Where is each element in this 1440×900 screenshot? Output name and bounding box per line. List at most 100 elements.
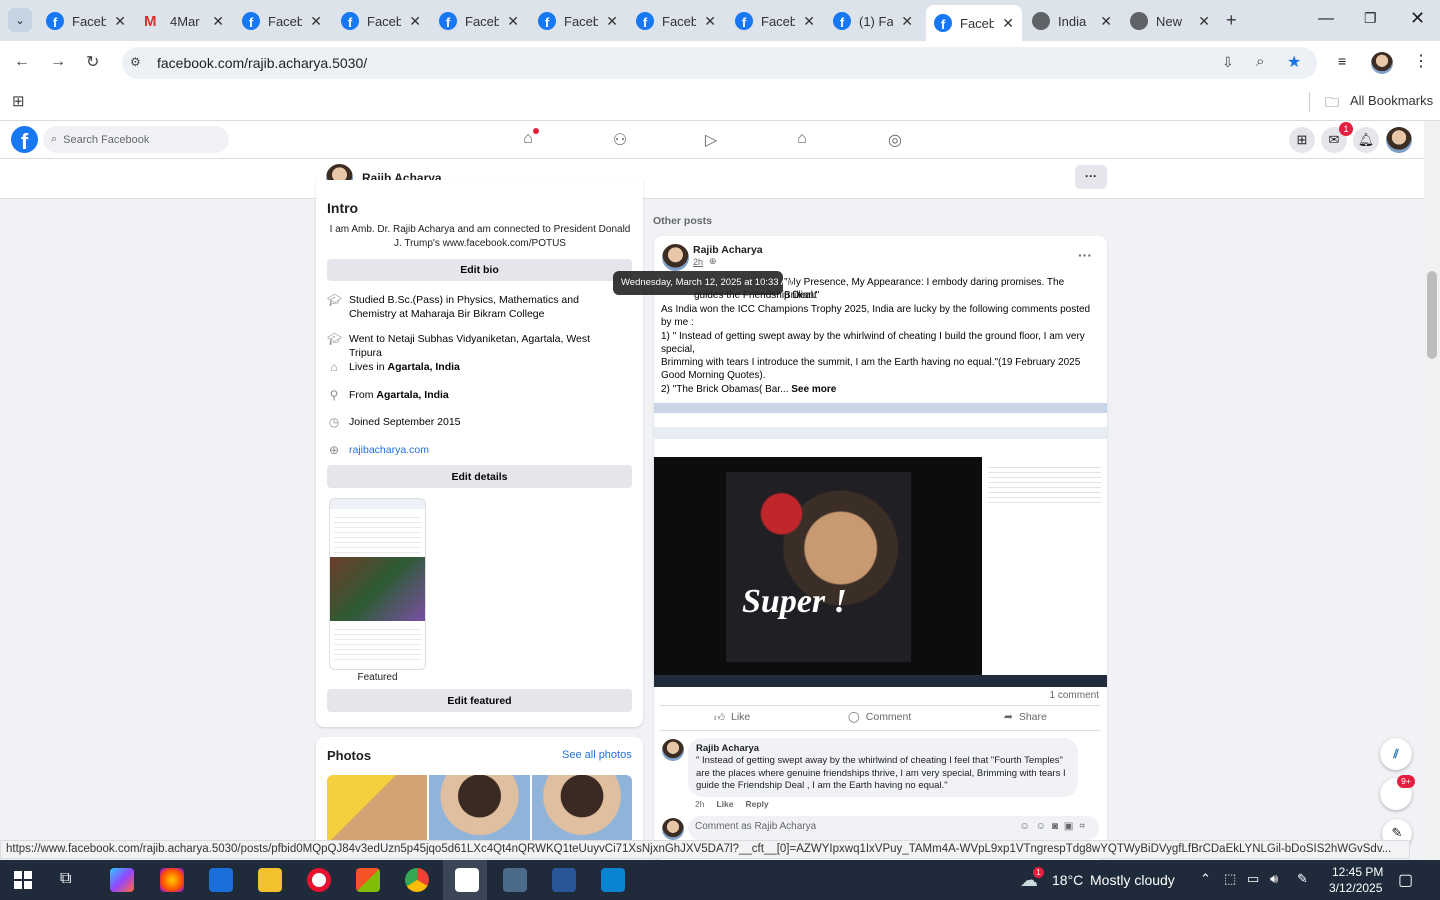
- tab-close-icon[interactable]: ✕: [606, 13, 618, 30]
- weather-temp[interactable]: 18°C: [1052, 872, 1083, 888]
- store-icon[interactable]: [356, 868, 380, 892]
- weather-text[interactable]: Mostly cloudy: [1090, 872, 1175, 888]
- task-view-icon[interactable]: ⧉: [60, 870, 71, 888]
- network-icon[interactable]: ▭: [1247, 871, 1259, 887]
- menu-grid-button[interactable]: ⊞: [1289, 127, 1315, 153]
- video-icon[interactable]: ▷: [700, 130, 722, 150]
- edit-featured-button[interactable]: Edit featured: [327, 689, 632, 712]
- tab-close-icon[interactable]: ✕: [1100, 13, 1112, 30]
- post-author-name[interactable]: Rajib Acharya: [693, 244, 763, 256]
- see-all-photos-link[interactable]: See all photos: [562, 749, 632, 761]
- friends-icon[interactable]: ⚇: [609, 130, 631, 150]
- browser-tab[interactable]: f Faceb ✕: [333, 6, 429, 36]
- page-scrollbar[interactable]: [1424, 121, 1440, 859]
- menu-icon[interactable]: ⋮: [1413, 51, 1429, 71]
- post-timestamp[interactable]: 2h: [693, 257, 703, 267]
- tab-search-button[interactable]: ⌄: [8, 8, 32, 32]
- omnibox[interactable]: ⚙ facebook.com/rajib.acharya.5030/ ⇩ ⌕ ★: [122, 47, 1317, 79]
- media-icon[interactable]: ≡: [1338, 53, 1346, 69]
- comment-reply-button[interactable]: Reply: [745, 799, 768, 809]
- edit-bio-button[interactable]: Edit bio: [327, 259, 632, 281]
- bookmark-star-icon[interactable]: ★: [1287, 52, 1301, 72]
- app-icon[interactable]: [209, 868, 233, 892]
- clock-date[interactable]: 3/12/2025: [1329, 881, 1382, 895]
- tab-close-icon[interactable]: ✕: [114, 13, 126, 30]
- photo-thumbnail[interactable]: [429, 775, 530, 845]
- volume-icon[interactable]: 🔊︎: [1270, 871, 1278, 887]
- account-avatar[interactable]: [1386, 127, 1412, 153]
- start-button[interactable]: [14, 871, 32, 889]
- url-text[interactable]: facebook.com/rajib.acharya.5030/: [157, 55, 367, 71]
- comment-button[interactable]: ◯ Comment: [848, 711, 911, 723]
- search-facebook-input[interactable]: ⌕ Search Facebook: [43, 126, 229, 153]
- pen-icon[interactable]: ✎: [1297, 871, 1308, 887]
- comment-time[interactable]: 2h: [695, 799, 704, 809]
- reload-icon[interactable]: ↻: [86, 52, 99, 72]
- chat-head-cricket[interactable]: ⫽: [1380, 738, 1412, 770]
- forward-icon[interactable]: →: [50, 53, 66, 71]
- close-window-button[interactable]: ✕: [1410, 8, 1425, 29]
- browser-profile-avatar[interactable]: [1371, 52, 1393, 74]
- post-author-avatar[interactable]: [662, 244, 689, 271]
- word-icon[interactable]: [552, 868, 576, 892]
- opera-icon[interactable]: [307, 868, 331, 892]
- tab-close-icon[interactable]: ✕: [310, 13, 322, 30]
- comment-author[interactable]: Rajib Acharya: [696, 743, 1070, 754]
- post-options-button[interactable]: ···: [1078, 247, 1092, 263]
- install-icon[interactable]: ⇩: [1222, 54, 1234, 71]
- profile-more-button[interactable]: ···: [1075, 165, 1107, 189]
- tab-close-icon[interactable]: ✕: [409, 13, 421, 30]
- tab-close-icon[interactable]: ✕: [1198, 13, 1210, 30]
- tab-close-icon[interactable]: ✕: [803, 13, 815, 30]
- site-info-icon[interactable]: ⚙: [130, 55, 141, 69]
- notepad-icon[interactable]: [455, 868, 479, 892]
- browser-tab[interactable]: f Faceb ✕: [530, 6, 626, 36]
- browser-tab[interactable]: New ✕: [1122, 6, 1218, 36]
- app-icon[interactable]: [503, 868, 527, 892]
- tab-close-icon[interactable]: ✕: [704, 13, 716, 30]
- browser-tab[interactable]: f Faceb ✕: [431, 6, 527, 36]
- copilot-icon[interactable]: [110, 868, 134, 892]
- browser-tab[interactable]: f Faceb ✕: [727, 6, 823, 36]
- photo-thumbnail[interactable]: [327, 775, 427, 845]
- minimize-button[interactable]: —: [1318, 10, 1334, 28]
- browser-tab[interactable]: f Faceb ✕: [628, 6, 724, 36]
- firefox-icon[interactable]: [160, 868, 184, 892]
- commenter-avatar[interactable]: [662, 739, 684, 761]
- comment-tools-icon[interactable]: ☺☺◙▣⌗: [1019, 821, 1091, 832]
- marketplace-icon[interactable]: ⌂: [791, 130, 813, 150]
- like-button[interactable]: 👍︎ Like: [714, 711, 750, 724]
- tray-chevron-icon[interactable]: ⌃: [1200, 871, 1211, 887]
- post-image[interactable]: Super !: [654, 403, 1107, 687]
- browser-tab[interactable]: India ✕: [1024, 6, 1120, 36]
- see-more-link[interactable]: See more: [791, 384, 836, 395]
- browser-tab[interactable]: f Faceb ✕: [234, 6, 330, 36]
- tab-close-icon[interactable]: ✕: [1002, 15, 1014, 32]
- comment-input[interactable]: Comment as Rajib Acharya ☺☺◙▣⌗: [688, 816, 1099, 840]
- photo-thumbnail[interactable]: [532, 775, 632, 845]
- comment-like-button[interactable]: Like: [716, 799, 733, 809]
- tab-close-icon[interactable]: ✕: [901, 13, 913, 30]
- restore-button[interactable]: ❐: [1364, 10, 1377, 27]
- browser-tab[interactable]: f Faceb ✕: [38, 6, 134, 36]
- gaming-icon[interactable]: ◎: [884, 130, 906, 150]
- photos-app-icon[interactable]: [601, 868, 625, 892]
- browser-tab[interactable]: f Faceb ✕: [926, 5, 1022, 41]
- edit-details-button[interactable]: Edit details: [327, 465, 632, 488]
- new-tab-button[interactable]: +: [1226, 10, 1237, 31]
- file-explorer-icon[interactable]: [258, 868, 282, 892]
- clock-time[interactable]: 12:45 PM: [1332, 865, 1383, 879]
- apps-grid-icon[interactable]: ⊞: [12, 92, 25, 110]
- tray-icon[interactable]: ⬚: [1224, 871, 1236, 887]
- notification-center-icon[interactable]: ▢: [1398, 870, 1413, 890]
- back-icon[interactable]: ←: [14, 53, 30, 71]
- chrome-icon[interactable]: [405, 868, 429, 892]
- share-button[interactable]: ➦ Share: [1004, 711, 1047, 723]
- browser-tab[interactable]: M 4Mar ✕: [136, 6, 232, 36]
- scrollbar-thumb[interactable]: [1427, 271, 1437, 359]
- comment-count[interactable]: 1 comment: [1050, 690, 1099, 701]
- tab-close-icon[interactable]: ✕: [212, 13, 224, 30]
- all-bookmarks-link[interactable]: All Bookmarks: [1350, 93, 1433, 108]
- browser-tab[interactable]: f (1) Fa ✕: [825, 6, 921, 36]
- tab-close-icon[interactable]: ✕: [507, 13, 519, 30]
